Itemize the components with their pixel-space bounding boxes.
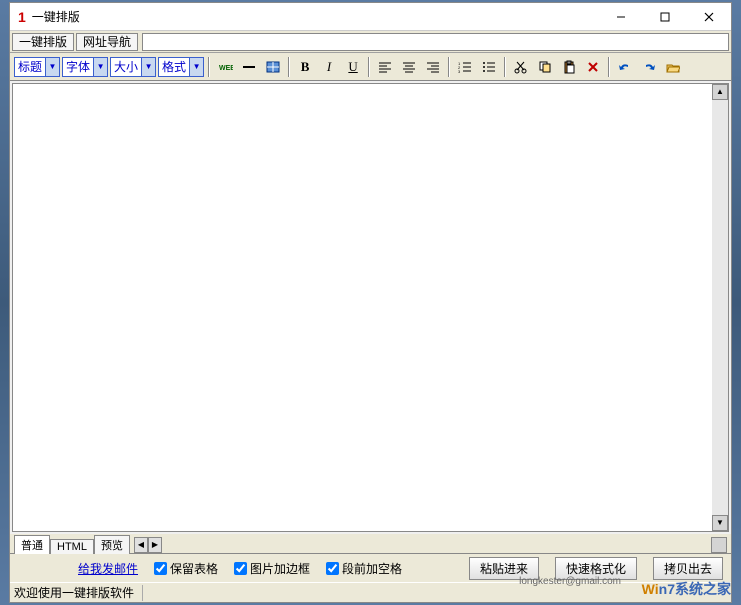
copy-out-button[interactable]: 拷贝出去 — [653, 557, 723, 580]
table-icon[interactable] — [262, 57, 284, 77]
align-left-button[interactable] — [374, 57, 396, 77]
open-button[interactable] — [662, 57, 684, 77]
separator — [504, 57, 506, 77]
heading-dropdown[interactable]: 标题▼ — [14, 57, 60, 77]
separator — [448, 57, 450, 77]
svg-text:3: 3 — [458, 69, 461, 73]
scroll-up-button[interactable]: ▲ — [712, 84, 728, 100]
tab-html[interactable]: HTML — [50, 539, 94, 554]
tab-prev-button[interactable]: ◀ — [134, 537, 148, 553]
scroll-corner — [711, 537, 727, 553]
editor-area[interactable]: ▲ ▼ — [12, 83, 729, 532]
url-input[interactable] — [142, 33, 729, 51]
chevron-down-icon: ▼ — [141, 58, 155, 76]
copy-button[interactable] — [534, 57, 556, 77]
redo-button[interactable] — [638, 57, 660, 77]
top-toolbar: 一键排版 网址导航 — [10, 31, 731, 53]
separator — [208, 57, 210, 77]
tab-preview[interactable]: 预览 — [94, 535, 130, 554]
ordered-list-button[interactable]: 123 — [454, 57, 476, 77]
italic-button[interactable]: I — [318, 57, 340, 77]
tab-nav: ◀ ▶ — [134, 537, 162, 553]
app-number: 1 — [10, 9, 32, 25]
underline-button[interactable]: U — [342, 57, 364, 77]
font-dropdown[interactable]: 字体▼ — [62, 57, 108, 77]
bold-button[interactable]: B — [294, 57, 316, 77]
statusbar: 欢迎使用一键排版软件 — [10, 582, 731, 602]
minimize-button[interactable] — [599, 3, 643, 31]
separator — [368, 57, 370, 77]
action-bar: 给我发邮件 保留表格 图片加边框 段前加空格 粘贴进来 快速格式化 拷贝出去 — [10, 554, 731, 582]
undo-button[interactable] — [614, 57, 636, 77]
svg-text:WEB: WEB — [219, 65, 233, 72]
view-tabs: 普通 HTML 预览 ◀ ▶ — [10, 534, 731, 554]
close-button[interactable] — [687, 3, 731, 31]
chevron-down-icon: ▼ — [93, 58, 107, 76]
hr-icon[interactable] — [238, 57, 260, 77]
vertical-scrollbar[interactable]: ▲ ▼ — [712, 84, 728, 531]
web-icon[interactable]: WEB — [214, 57, 236, 77]
email-link[interactable]: 给我发邮件 — [78, 560, 138, 577]
align-center-button[interactable] — [398, 57, 420, 77]
status-text: 欢迎使用一键排版软件 — [14, 585, 143, 601]
tab-navigation[interactable]: 网址导航 — [76, 33, 138, 51]
separator — [288, 57, 290, 77]
tab-format[interactable]: 一键排版 — [12, 33, 74, 51]
cut-button[interactable] — [510, 57, 532, 77]
format-toolbar: 标题▼ 字体▼ 大小▼ 格式▼ WEB B I U 123 — [10, 53, 731, 81]
app-window: 1 一键排版 一键排版 网址导航 标题▼ 字体▼ 大小▼ 格式▼ WEB B I… — [9, 2, 732, 603]
app-title: 一键排版 — [32, 8, 599, 25]
delete-button[interactable] — [582, 57, 604, 77]
tab-next-button[interactable]: ▶ — [148, 537, 162, 553]
size-dropdown[interactable]: 大小▼ — [110, 57, 156, 77]
maximize-button[interactable] — [643, 3, 687, 31]
titlebar: 1 一键排版 — [10, 3, 731, 31]
style-dropdown[interactable]: 格式▼ — [158, 57, 204, 77]
paste-button[interactable] — [558, 57, 580, 77]
keep-table-checkbox[interactable]: 保留表格 — [154, 560, 218, 577]
chevron-down-icon: ▼ — [45, 58, 59, 76]
align-right-button[interactable] — [422, 57, 444, 77]
chevron-down-icon: ▼ — [189, 58, 203, 76]
tab-normal[interactable]: 普通 — [14, 535, 50, 554]
para-space-checkbox[interactable]: 段前加空格 — [326, 560, 402, 577]
image-border-checkbox[interactable]: 图片加边框 — [234, 560, 310, 577]
watermark-email: longkester@gmail.com — [519, 576, 621, 587]
scroll-down-button[interactable]: ▼ — [712, 515, 728, 531]
separator — [608, 57, 610, 77]
unordered-list-button[interactable] — [478, 57, 500, 77]
window-controls — [599, 3, 731, 31]
